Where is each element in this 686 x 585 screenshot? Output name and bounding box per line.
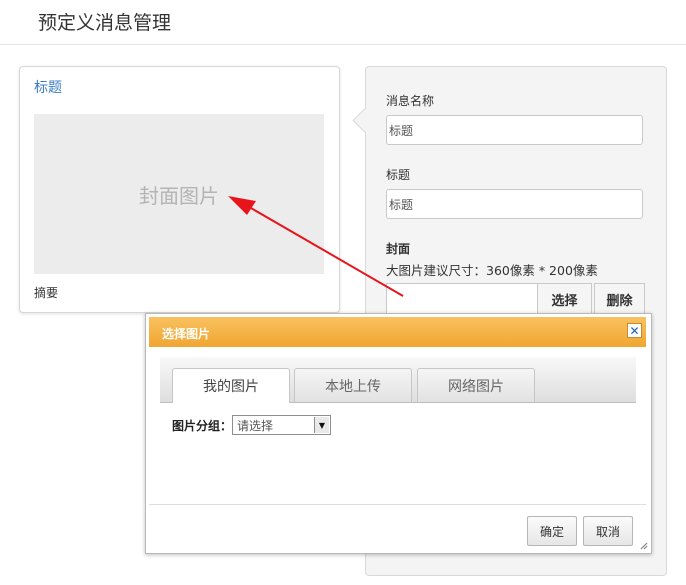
dialog-tab-bar: 我的图片 本地上传 网络图片 — [160, 357, 636, 403]
cover-file-field[interactable] — [386, 283, 537, 315]
tab-web-images[interactable]: 网络图片 — [417, 368, 535, 402]
cover-placeholder-text: 封面图片 — [139, 183, 219, 208]
resize-grip-icon[interactable] — [639, 541, 648, 550]
cancel-button[interactable]: 取消 — [583, 516, 633, 546]
delete-cover-button[interactable]: 删除 — [594, 283, 645, 315]
title-input[interactable] — [386, 189, 643, 219]
cover-image-placeholder: 封面图片 — [34, 114, 324, 274]
cover-label: 封面 — [386, 242, 411, 256]
close-icon[interactable]: ✕ — [627, 323, 642, 338]
message-preview-card: 标题 封面图片 摘要 — [19, 66, 340, 313]
message-name-label: 消息名称 — [386, 94, 435, 108]
dialog-title: 选择图片 — [162, 327, 211, 341]
image-group-label: 图片分组： — [172, 419, 233, 433]
tab-local-upload[interactable]: 本地上传 — [294, 368, 412, 402]
divider — [0, 44, 686, 45]
page-title: 预定义消息管理 — [38, 12, 172, 34]
confirm-button[interactable]: 确定 — [527, 516, 577, 546]
preview-title[interactable]: 标题 — [34, 77, 62, 97]
image-group-select-value: 请选择 — [237, 419, 274, 433]
dialog-footer-divider — [149, 504, 646, 505]
dialog-header[interactable]: 选择图片 ✕ — [149, 317, 646, 347]
image-group-select[interactable]: 请选择 ▼ — [232, 415, 331, 435]
preview-summary: 摘要 — [34, 286, 59, 300]
dropdown-arrow-icon[interactable]: ▼ — [314, 417, 329, 433]
title-label: 标题 — [386, 168, 411, 182]
select-image-dialog: 选择图片 ✕ 我的图片 本地上传 网络图片 图片分组： 请选择 ▼ 确定 取消 — [145, 313, 652, 554]
select-cover-button[interactable]: 选择 — [537, 283, 592, 315]
tab-my-images[interactable]: 我的图片 — [172, 368, 290, 403]
cover-size-hint: 大图片建议尺寸：360像素 * 200像素 — [386, 263, 598, 278]
message-name-input[interactable] — [386, 115, 643, 145]
